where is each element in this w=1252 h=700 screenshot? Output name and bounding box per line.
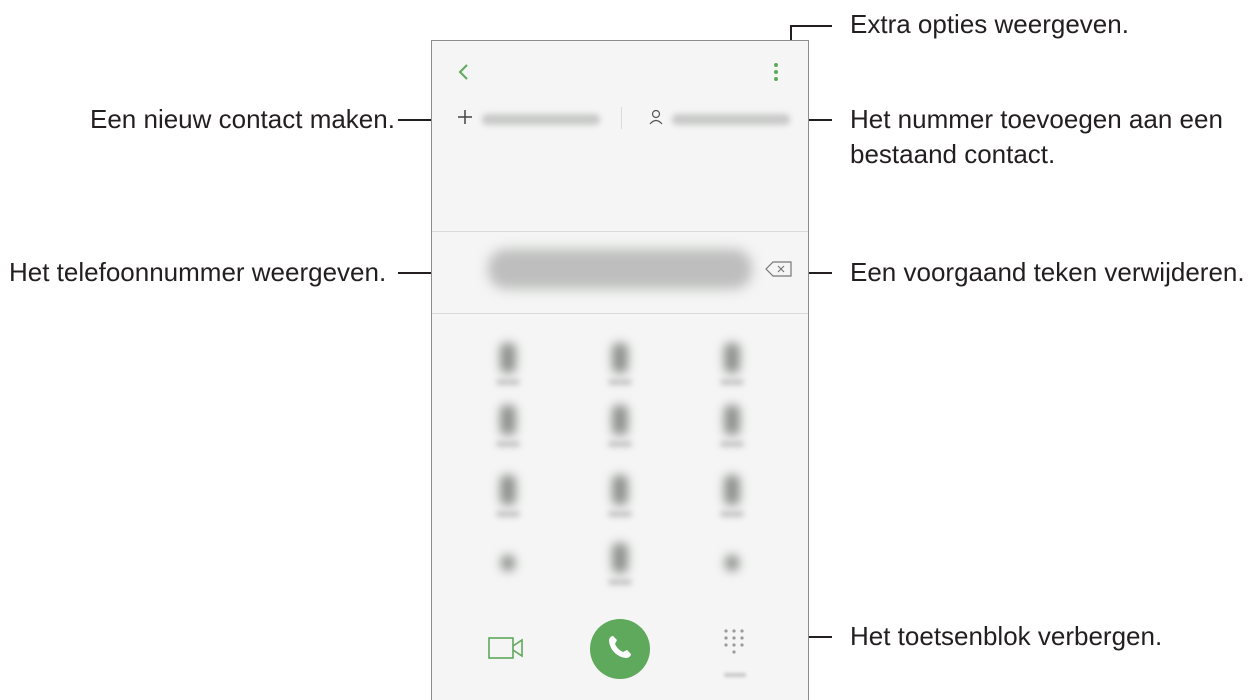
key-7[interactable] <box>488 469 528 525</box>
divider-number-bottom <box>432 313 808 314</box>
key-hash[interactable] <box>712 537 752 593</box>
key-1[interactable] <box>488 337 528 393</box>
person-icon <box>648 109 664 130</box>
phone-handset-icon <box>605 632 635 667</box>
create-contact-button[interactable] <box>456 105 600 133</box>
call-button[interactable] <box>590 619 650 679</box>
callout-more-options: Extra opties weergeven. <box>850 9 1129 39</box>
leader-line-more-options <box>790 25 832 27</box>
key-9[interactable] <box>712 469 752 525</box>
backspace-icon[interactable] <box>764 259 794 279</box>
callout-add-to-contact-line1: Het nummer toevoegen aan een <box>850 104 1223 134</box>
phone-dialer-screen <box>431 40 809 700</box>
key-3[interactable] <box>712 337 752 393</box>
video-camera-icon[interactable] <box>488 635 524 661</box>
key-2[interactable] <box>600 337 640 393</box>
divider-number-top <box>432 231 808 232</box>
callout-hide-keypad: Het toetsenblok verbergen. <box>850 621 1163 651</box>
key-4[interactable] <box>488 399 528 455</box>
phone-number-display[interactable] <box>488 249 752 289</box>
chevron-left-icon[interactable] <box>452 57 476 87</box>
key-star[interactable] <box>488 537 528 593</box>
callout-create-contact: Een nieuw contact maken. <box>90 104 395 134</box>
callout-delete-char: Een voorgaand teken verwijderen. <box>850 257 1245 287</box>
create-contact-label <box>482 113 600 125</box>
callout-show-number: Het telefoonnummer weergeven. <box>9 257 387 287</box>
vertical-dots-icon[interactable] <box>766 57 786 87</box>
action-separator <box>621 107 622 129</box>
plus-icon <box>456 108 474 131</box>
callout-add-to-contact-line2: bestaand contact. <box>850 139 1056 169</box>
key-6[interactable] <box>712 399 752 455</box>
keypad-label <box>724 673 746 677</box>
key-5[interactable] <box>600 399 640 455</box>
add-to-contact-label <box>672 113 790 125</box>
key-0[interactable] <box>600 537 640 593</box>
add-to-contact-button[interactable] <box>648 105 790 133</box>
keypad-grid-icon[interactable] <box>722 627 746 657</box>
key-8[interactable] <box>600 469 640 525</box>
